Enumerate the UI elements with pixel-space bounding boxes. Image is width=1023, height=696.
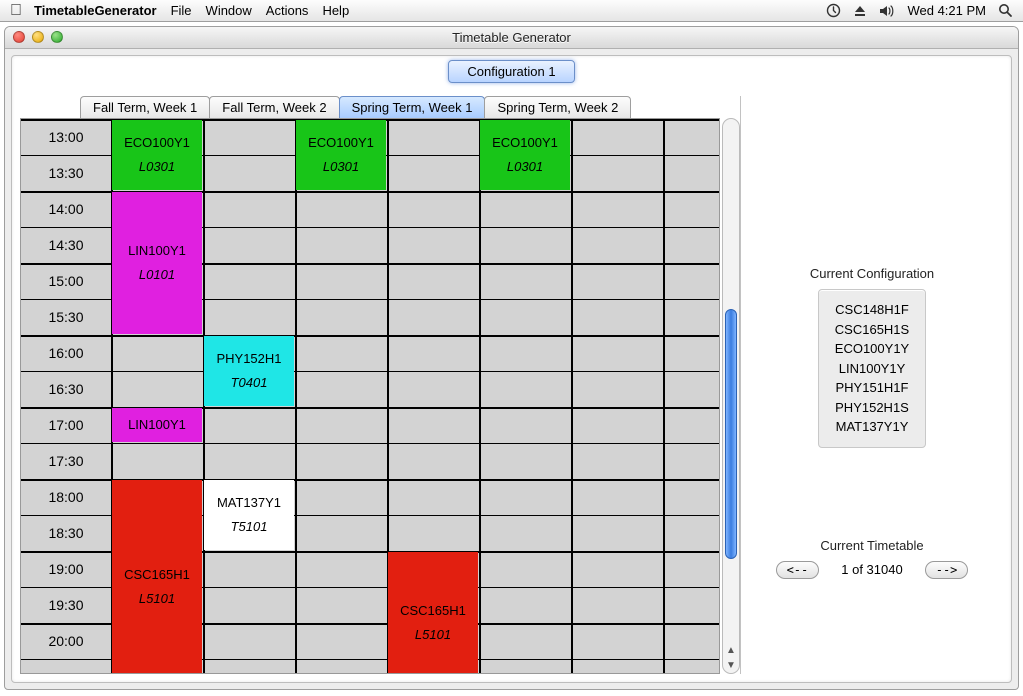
week-tab-3[interactable]: Spring Term, Week 2 bbox=[484, 96, 631, 118]
time-label: 17:30 bbox=[21, 443, 111, 479]
course-code: MAT137Y1 bbox=[217, 494, 281, 512]
current-timetable-title: Current Timetable bbox=[776, 538, 969, 553]
time-label: 19:00 bbox=[21, 551, 111, 587]
week-tab-0[interactable]: Fall Term, Week 1 bbox=[80, 96, 210, 118]
menu-help[interactable]: Help bbox=[322, 3, 349, 18]
content-area: Configuration 1 Fall Term, Week 1Fall Te… bbox=[11, 55, 1012, 683]
time-label: 15:00 bbox=[21, 263, 111, 299]
timetable-grid: 13:0013:3014:0014:3015:0015:3016:0016:30… bbox=[21, 119, 719, 674]
course-block-eco100y1[interactable]: ECO100Y1 L0301 bbox=[480, 120, 570, 190]
timetable-pane: Fall Term, Week 1Fall Term, Week 2Spring… bbox=[20, 96, 740, 674]
macos-menubar:  TimetableGenerator File Window Actions… bbox=[0, 0, 1023, 22]
tab-configuration-1[interactable]: Configuration 1 bbox=[448, 60, 574, 83]
config-course: CSC148H1F bbox=[835, 300, 909, 320]
config-course: ECO100Y1Y bbox=[835, 339, 909, 359]
config-course: PHY152H1S bbox=[835, 398, 909, 418]
vertical-scrollbar[interactable]: ▲ ▼ bbox=[722, 118, 740, 674]
next-timetable-button[interactable]: --> bbox=[925, 561, 969, 579]
course-section: T0401 bbox=[231, 374, 268, 392]
course-section: T5101 bbox=[231, 518, 268, 536]
time-label: 14:30 bbox=[21, 227, 111, 263]
course-code: LIN100Y1 bbox=[128, 242, 186, 260]
close-button[interactable] bbox=[13, 31, 25, 43]
time-label: 17:00 bbox=[21, 407, 111, 443]
course-section: L5101 bbox=[415, 626, 451, 644]
week-tab-1[interactable]: Fall Term, Week 2 bbox=[209, 96, 339, 118]
course-code: ECO100Y1 bbox=[308, 134, 374, 152]
course-block-eco100y1[interactable]: ECO100Y1 L0301 bbox=[112, 120, 202, 190]
course-section: L0301 bbox=[507, 158, 543, 176]
time-label: 16:00 bbox=[21, 335, 111, 371]
course-code: PHY152H1 bbox=[216, 350, 281, 368]
course-section: L0101 bbox=[139, 266, 175, 284]
window-title: Timetable Generator bbox=[452, 30, 571, 45]
course-code: LIN100Y1 bbox=[128, 416, 186, 434]
volume-icon[interactable] bbox=[879, 4, 895, 18]
menubar-app-name[interactable]: TimetableGenerator bbox=[34, 3, 157, 18]
menubar-clock[interactable]: Wed 4:21 PM bbox=[907, 3, 986, 18]
menu-actions[interactable]: Actions bbox=[266, 3, 309, 18]
course-code: ECO100Y1 bbox=[124, 134, 190, 152]
time-label: 18:00 bbox=[21, 479, 111, 515]
config-course: MAT137Y1Y bbox=[835, 417, 909, 437]
prev-timetable-button[interactable]: <-- bbox=[776, 561, 820, 579]
menu-file[interactable]: File bbox=[171, 3, 192, 18]
traffic-lights bbox=[13, 31, 63, 43]
course-block-lin100y1[interactable]: LIN100Y1 L0101 bbox=[112, 192, 202, 334]
scrollbar-thumb[interactable] bbox=[725, 309, 737, 559]
course-block-phy152h1[interactable]: PHY152H1 T0401 bbox=[204, 336, 294, 406]
apple-icon[interactable]:  bbox=[10, 2, 22, 20]
timetable-counter: 1 of 31040 bbox=[841, 562, 902, 577]
side-panel: Current Configuration CSC148H1FCSC165H1S… bbox=[740, 96, 1003, 674]
time-label: 18:30 bbox=[21, 515, 111, 551]
timetable-grid-viewport[interactable]: 13:0013:3014:0014:3015:0015:3016:0016:30… bbox=[20, 118, 720, 674]
app-window: Timetable Generator Configuration 1 Fall… bbox=[4, 26, 1019, 690]
time-label: 13:30 bbox=[21, 155, 111, 191]
time-label: 15:30 bbox=[21, 299, 111, 335]
course-section: L0301 bbox=[139, 158, 175, 176]
course-code: CSC165H1 bbox=[400, 602, 466, 620]
minimize-button[interactable] bbox=[32, 31, 44, 43]
current-configuration-title: Current Configuration bbox=[810, 266, 934, 281]
time-label: 19:30 bbox=[21, 587, 111, 623]
config-course: CSC165H1S bbox=[835, 320, 909, 340]
spotlight-icon[interactable] bbox=[998, 3, 1013, 18]
scroll-up-arrow[interactable]: ▲ bbox=[725, 643, 737, 657]
time-label: 20:00 bbox=[21, 623, 111, 659]
time-label: 16:30 bbox=[21, 371, 111, 407]
week-tabs: Fall Term, Week 1Fall Term, Week 2Spring… bbox=[80, 96, 740, 118]
course-section: L0301 bbox=[323, 158, 359, 176]
course-block-eco100y1[interactable]: ECO100Y1 L0301 bbox=[296, 120, 386, 190]
time-label: 13:00 bbox=[21, 119, 111, 155]
window-titlebar[interactable]: Timetable Generator bbox=[5, 27, 1018, 49]
menu-window[interactable]: Window bbox=[206, 3, 252, 18]
current-configuration-box: CSC148H1FCSC165H1SECO100Y1YLIN100Y1YPHY1… bbox=[818, 289, 926, 448]
eject-icon[interactable] bbox=[853, 4, 867, 18]
course-section: L5101 bbox=[139, 590, 175, 608]
zoom-button[interactable] bbox=[51, 31, 63, 43]
time-label: 14:00 bbox=[21, 191, 111, 227]
course-block-lin100y1[interactable]: LIN100Y1 bbox=[112, 408, 202, 442]
course-block-csc165h1[interactable]: CSC165H1 L5101 bbox=[112, 480, 202, 674]
time-machine-icon[interactable] bbox=[826, 3, 841, 18]
course-code: CSC165H1 bbox=[124, 566, 190, 584]
course-block-mat137y1[interactable]: MAT137Y1 T5101 bbox=[204, 480, 294, 550]
scroll-down-arrow[interactable]: ▼ bbox=[725, 658, 737, 672]
config-course: LIN100Y1Y bbox=[835, 359, 909, 379]
config-course: PHY151H1F bbox=[835, 378, 909, 398]
course-block-csc165h1[interactable]: CSC165H1 L5101 bbox=[388, 552, 478, 674]
course-code: ECO100Y1 bbox=[492, 134, 558, 152]
week-tab-2[interactable]: Spring Term, Week 1 bbox=[339, 96, 486, 118]
